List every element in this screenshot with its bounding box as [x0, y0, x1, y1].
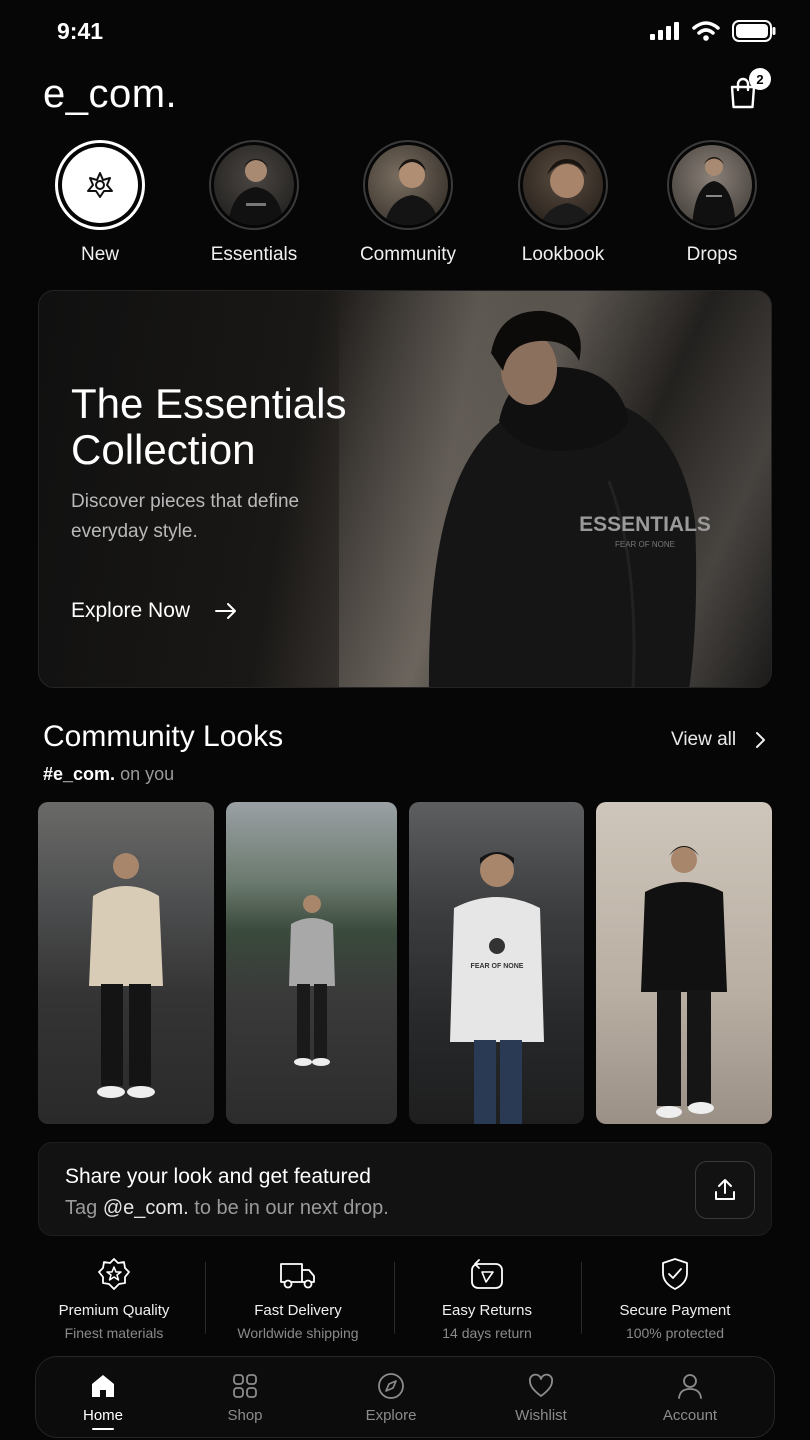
community-photo[interactable]: FEAR OF NONE [409, 802, 584, 1124]
user-icon [678, 1374, 702, 1399]
feature-subtitle: 14 days return [442, 1325, 532, 1341]
feature-title: Secure Payment [619, 1302, 731, 1319]
story-community[interactable]: Community [338, 140, 478, 266]
model-figure [89, 853, 163, 1098]
tab-label: Wishlist [515, 1407, 567, 1424]
divider [581, 1262, 582, 1334]
model-figure [641, 846, 727, 1118]
active-tab-indicator [92, 1428, 114, 1430]
star-badge-icon [98, 1258, 130, 1290]
community-photo[interactable] [226, 802, 397, 1124]
model-figure: FEAR OF NONE [449, 852, 544, 1124]
divider [205, 1262, 206, 1334]
community-photo[interactable] [596, 802, 772, 1124]
hero-subtitle: Discover pieces that define everyday sty… [71, 491, 300, 542]
sparkle-icon [87, 172, 113, 198]
shield-check-icon [662, 1258, 688, 1290]
community-looks-subtitle: #e_com. on you [43, 764, 174, 785]
arrow-right-icon [215, 603, 237, 619]
share-subtitle: Tag @e_com. to be in our next drop. [65, 1197, 389, 1220]
feature-title: Fast Delivery [254, 1302, 342, 1319]
hashtag[interactable]: #e_com. [43, 764, 115, 784]
hero-model-image: ESSENTIALS FEAR OF NONE [429, 310, 711, 687]
view-all-label: View all [671, 729, 737, 750]
tab-home[interactable]: Home [48, 1371, 158, 1430]
battery-icon [732, 20, 776, 42]
divider [394, 1262, 395, 1334]
view-all-link[interactable]: View all [671, 729, 766, 751]
bottom-tab-bar: Home Shop Explore Wishlist Account [35, 1356, 775, 1438]
feature-subtitle: Worldwide shipping [237, 1325, 359, 1341]
hero-title: The Essentials Collection [71, 380, 347, 473]
status-icons [650, 20, 776, 42]
feature-subtitle: Finest materials [64, 1325, 164, 1341]
share-look-card: Share your look and get featured Tag @e_… [38, 1142, 772, 1236]
share-sub-suffix: to be in our next drop. [194, 1197, 389, 1219]
tab-shop[interactable]: Shop [190, 1371, 300, 1424]
tab-account[interactable]: Account [635, 1371, 745, 1424]
brand-logo[interactable]: e_com. [43, 72, 177, 117]
feature-title: Premium Quality [58, 1302, 170, 1319]
grid-icon [233, 1374, 257, 1398]
story-label: Essentials [210, 244, 298, 265]
signal-icon [650, 22, 679, 40]
story-new[interactable]: New [30, 140, 170, 266]
tab-wishlist[interactable]: Wishlist [486, 1371, 596, 1424]
status-time: 9:41 [57, 18, 104, 44]
explore-now-button[interactable]: Explore Now [71, 599, 238, 623]
feature-easy-returns: Easy Returns 14 days return [397, 1256, 577, 1341]
avatar-photo [692, 157, 736, 225]
cart-count-badge: 2 [749, 68, 771, 90]
feature-premium-quality: Premium Quality Finest materials [24, 1256, 204, 1341]
avatar-photo [228, 159, 284, 225]
tab-label: Home [82, 1407, 123, 1424]
story-essentials[interactable]: Essentials [184, 140, 324, 266]
share-icon [715, 1179, 735, 1200]
return-box-icon [471, 1259, 503, 1289]
cart-button[interactable]: 2 [727, 68, 771, 112]
compass-icon [378, 1373, 404, 1399]
share-sub-prefix: Tag [65, 1197, 98, 1219]
truck-icon [280, 1263, 315, 1289]
share-title: Share your look and get featured [65, 1165, 371, 1188]
home-icon [92, 1375, 114, 1397]
model-figure [288, 895, 335, 1066]
heart-icon [529, 1373, 553, 1397]
chevron-right-icon [756, 732, 766, 748]
story-ring [55, 140, 145, 230]
explore-now-label: Explore Now [71, 599, 191, 622]
hero-banner[interactable]: ESSENTIALS FEAR OF NONE The Essentials C… [38, 290, 772, 688]
tab-label: Shop [227, 1407, 263, 1424]
share-upload-button[interactable] [695, 1161, 755, 1219]
story-label: Drops [686, 244, 738, 265]
hero-print-subtext: FEAR OF NONE [615, 540, 675, 549]
story-drops[interactable]: Drops [642, 140, 782, 266]
feature-secure-payment: Secure Payment 100% protected [585, 1256, 765, 1341]
avatar-photo [384, 159, 440, 225]
tab-label: Account [662, 1407, 718, 1424]
community-looks-title: Community Looks [43, 720, 284, 753]
story-label: Lookbook [521, 244, 605, 265]
story-label: Community [359, 244, 457, 265]
story-lookbook[interactable]: Lookbook [493, 140, 633, 266]
wifi-icon [692, 21, 720, 41]
tab-explore[interactable]: Explore [336, 1371, 446, 1424]
story-label: New [80, 244, 119, 265]
community-photo[interactable] [38, 802, 214, 1124]
photo-print-text: FEAR OF NONE [470, 963, 523, 970]
feature-fast-delivery: Fast Delivery Worldwide shipping [208, 1256, 388, 1341]
tab-label: Explore [365, 1407, 417, 1424]
feature-title: Easy Returns [441, 1302, 533, 1319]
share-handle[interactable]: @e_com. [103, 1197, 189, 1219]
feature-subtitle: 100% protected [625, 1325, 725, 1341]
hashtag-suffix: on you [120, 764, 175, 784]
avatar-photo [540, 159, 594, 225]
hero-print-text: ESSENTIALS [579, 513, 711, 536]
